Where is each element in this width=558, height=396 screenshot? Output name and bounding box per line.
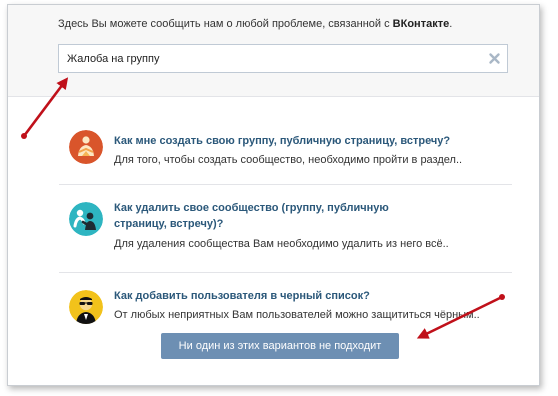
- result-snippet: Для того, чтобы создать сообщество, необ…: [114, 154, 463, 166]
- screenshot-canvas: Здесь Вы можете сообщить нам о любой про…: [0, 0, 558, 396]
- result-title-link[interactable]: Как мне создать свою группу, публичную с…: [114, 133, 494, 149]
- result-title-link[interactable]: Как добавить пользователя в черный списо…: [114, 288, 494, 304]
- search-input[interactable]: [59, 45, 479, 72]
- result-title-link[interactable]: Как удалить свое сообщество (группу, пуб…: [114, 200, 444, 232]
- suggestion-list: Как мне создать свою группу, публичную с…: [59, 97, 512, 324]
- brand-name: ВКонтакте: [392, 18, 450, 30]
- group-people-icon: [69, 130, 103, 164]
- intro-message: Здесь Вы можете сообщить нам о любой про…: [58, 18, 393, 30]
- search-box: [58, 44, 508, 73]
- intro-end: .: [449, 18, 453, 30]
- list-item: Как мне создать свою группу, публичную с…: [59, 97, 512, 185]
- search-area: Здесь Вы можете сообщить нам о любой про…: [8, 5, 539, 97]
- close-icon[interactable]: [488, 52, 501, 65]
- none-fits-button[interactable]: Ни один из этих вариантов не подходит: [161, 333, 399, 359]
- blacklist-agent-icon: [69, 290, 103, 324]
- intro-text: Здесь Вы можете сообщить нам о любой про…: [58, 18, 452, 30]
- report-problem-dialog: Здесь Вы можете сообщить нам о любой про…: [7, 4, 540, 386]
- delete-community-icon: [69, 202, 103, 236]
- result-snippet: Для удаления сообщества Вам необходимо у…: [114, 238, 449, 250]
- list-item: Как удалить свое сообщество (группу, пуб…: [59, 185, 512, 273]
- result-snippet: От любых неприятных Вам пользователей мо…: [114, 309, 480, 321]
